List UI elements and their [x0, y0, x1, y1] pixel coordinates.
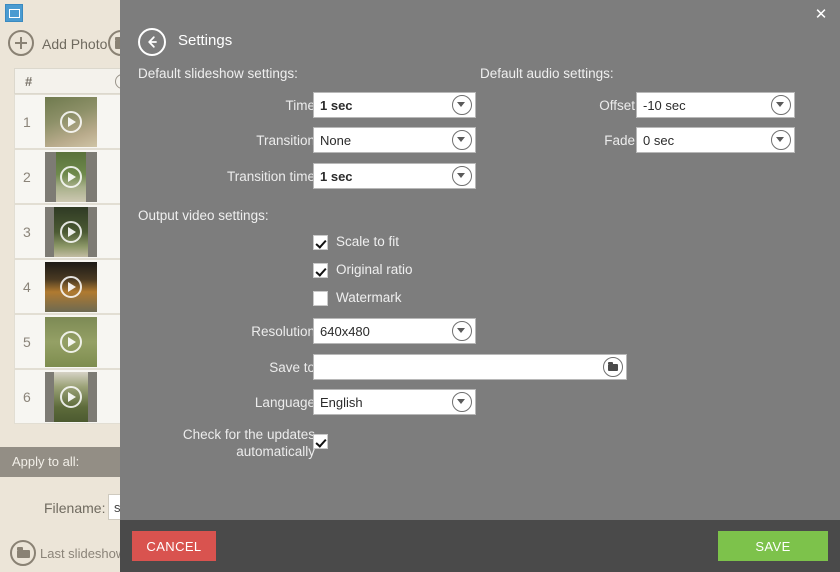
back-arrow-icon[interactable]	[138, 28, 166, 56]
original-ratio-label: Original ratio	[336, 262, 413, 277]
row-number: 5	[23, 334, 31, 350]
save-to-field[interactable]	[313, 354, 627, 380]
folder-glyph	[608, 361, 618, 371]
play-icon	[60, 111, 82, 133]
save-to-input[interactable]	[319, 358, 593, 378]
language-select[interactable]: English	[313, 389, 476, 415]
play-icon	[60, 331, 82, 353]
slideshow-settings-section-label: Default slideshow settings:	[138, 66, 298, 81]
original-ratio-checkbox[interactable]	[313, 263, 328, 278]
last-slideshow-folder-button[interactable]	[10, 540, 36, 566]
time-value: 1 sec	[320, 98, 353, 113]
application-window: Add Photo # 1 2 3 4 5 6 Apply to all: Fi…	[0, 0, 840, 572]
thumbnail[interactable]	[45, 372, 97, 422]
app-logo-icon	[5, 4, 23, 22]
transition-label: Transition	[256, 133, 315, 148]
transition-time-label: Transition time	[226, 169, 315, 184]
offset-label: Offset	[599, 98, 635, 113]
chevron-down-icon	[452, 130, 472, 150]
column-header-number: #	[25, 74, 33, 89]
watermark-checkbox[interactable]	[313, 291, 328, 306]
chevron-down-icon	[771, 130, 791, 150]
fade-value: 0 sec	[643, 133, 675, 148]
offset-value: -10 sec	[643, 98, 686, 113]
thumbnail[interactable]	[45, 262, 97, 312]
row-number: 2	[23, 169, 31, 185]
output-settings-section-label: Output video settings:	[138, 208, 269, 223]
thumbnail[interactable]	[45, 207, 97, 257]
row-number: 1	[23, 114, 31, 130]
folder-icon	[17, 547, 30, 558]
save-settings-button[interactable]: SAVE SETTINGS	[718, 531, 828, 572]
check-updates-label-line2: automatically	[236, 444, 315, 459]
filename-label: Filename:	[44, 500, 106, 516]
thumbnail[interactable]	[45, 97, 97, 147]
fade-select[interactable]: 0 sec	[636, 127, 795, 153]
transition-select[interactable]: None	[313, 127, 476, 153]
audio-settings-section-label: Default audio settings:	[480, 66, 614, 81]
chevron-down-icon	[771, 95, 791, 115]
play-icon	[60, 166, 82, 188]
folder-browse-icon[interactable]	[603, 357, 623, 377]
row-number: 4	[23, 279, 31, 295]
check-updates-label-line1: Check for the updates	[182, 427, 315, 442]
play-icon	[60, 276, 82, 298]
resolution-select[interactable]: 640x480	[313, 318, 476, 344]
apply-to-all-label: Apply to all:	[12, 454, 80, 469]
close-icon[interactable]: ✕	[810, 4, 832, 26]
plus-icon-bar	[15, 42, 27, 44]
chevron-down-icon	[452, 95, 472, 115]
chevron-down-icon	[452, 321, 472, 341]
thumbnail[interactable]	[45, 152, 97, 202]
chevron-down-icon	[452, 392, 472, 412]
thumbnail[interactable]	[45, 317, 97, 367]
scale-to-fit-label: Scale to fit	[336, 234, 400, 249]
resolution-value: 640x480	[320, 324, 370, 339]
dialog-footer: CANCEL SAVE SETTINGS	[120, 520, 840, 572]
settings-dialog: ✕ Settings Default slideshow settings: D…	[120, 0, 840, 572]
transition-value: None	[320, 133, 352, 148]
language-label: Language	[254, 395, 315, 410]
time-label: Time	[285, 98, 316, 113]
add-photo-label: Add Photo	[42, 36, 108, 52]
language-value: English	[320, 395, 363, 410]
add-photo-button[interactable]	[8, 30, 34, 56]
resolution-label: Resolution	[251, 324, 315, 339]
play-icon	[60, 386, 82, 408]
fade-label: Fade	[604, 133, 635, 148]
cancel-button[interactable]: CANCEL	[132, 531, 216, 561]
transition-time-select[interactable]: 1 sec	[313, 163, 476, 189]
time-select[interactable]: 1 sec	[313, 92, 476, 118]
scale-to-fit-checkbox[interactable]	[313, 235, 328, 250]
check-updates-checkbox[interactable]	[313, 434, 328, 449]
offset-select[interactable]: -10 sec	[636, 92, 795, 118]
play-icon	[60, 221, 82, 243]
transition-time-value: 1 sec	[320, 169, 353, 184]
chevron-down-icon	[452, 166, 472, 186]
row-number: 6	[23, 389, 31, 405]
watermark-label: Watermark	[336, 290, 402, 305]
page-title: Settings	[178, 32, 233, 49]
save-to-label: Save to	[269, 360, 315, 375]
row-number: 3	[23, 224, 31, 240]
